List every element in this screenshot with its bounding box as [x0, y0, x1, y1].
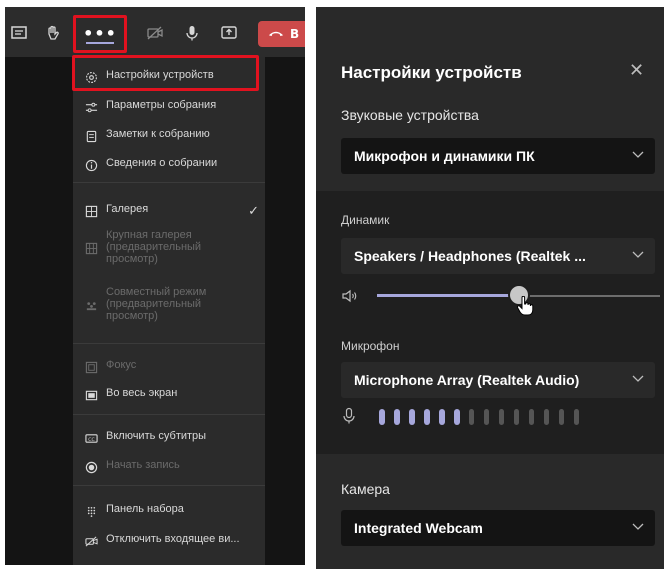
- more-actions-highlight: •••: [73, 15, 127, 53]
- menu-item-fullscreen[interactable]: Во весь экран: [73, 387, 265, 402]
- microphone-dropdown[interactable]: Microphone Array (Realtek Audio): [341, 362, 655, 398]
- menu-divider: [73, 182, 265, 183]
- menu-item-label: Фокус: [106, 359, 137, 371]
- checkmark-icon: ✓: [248, 203, 259, 218]
- svg-text:CC: CC: [88, 436, 94, 442]
- camera-value: Integrated Webcam: [354, 520, 483, 536]
- meeting-toolbar: ••• В: [5, 7, 305, 57]
- slider-fill: [377, 294, 519, 297]
- menu-item-label: Панель набора: [106, 503, 184, 515]
- chevron-down-icon: [632, 375, 644, 382]
- speaker-label: Динамик: [341, 213, 390, 227]
- menu-item-gallery[interactable]: Галерея ✓: [73, 203, 265, 218]
- menu-item-focus: Фокус: [73, 359, 265, 374]
- menu-item-label: Заметки к собранию: [106, 128, 210, 140]
- mic-level-bar: [439, 409, 445, 425]
- large-gallery-icon: [84, 241, 98, 255]
- more-actions-menu: Настройки устройств Параметры собрания З…: [73, 57, 265, 565]
- mic-level-bar: [424, 409, 430, 425]
- mic-level-bar: [484, 409, 489, 425]
- leave-label: В: [290, 27, 300, 41]
- speaker-value: Speakers / Headphones (Realtek ...: [354, 248, 586, 264]
- microphone-value: Microphone Array (Realtek Audio): [354, 372, 580, 388]
- menu-item-label: Во весь экран: [106, 387, 178, 399]
- leave-button[interactable]: В: [258, 21, 305, 47]
- menu-item-label: Параметры собрания: [106, 99, 217, 111]
- mic-level-bar: [559, 409, 564, 425]
- speaker-volume-slider[interactable]: [341, 282, 661, 312]
- audio-device-value: Микрофон и динамики ПК: [354, 148, 535, 164]
- info-icon: [84, 158, 98, 172]
- speaker-icon: [342, 289, 357, 303]
- mic-level-bar: [529, 409, 534, 425]
- together-mode-icon: [84, 298, 98, 312]
- chevron-down-icon: [632, 523, 644, 530]
- menu-item-label: Совместный режим (предварительный просмо…: [106, 286, 207, 322]
- menu-item-label: Сведения о собрании: [106, 157, 218, 169]
- menu-item-meeting-notes[interactable]: Заметки к собранию: [73, 128, 265, 143]
- mic-level-bar: [514, 409, 519, 425]
- menu-item-label: Крупная галерея (предварительный просмот…: [106, 229, 202, 265]
- more-icon[interactable]: •••: [83, 24, 116, 44]
- menu-item-label: Галерея: [106, 203, 149, 215]
- device-settings-highlight: [72, 55, 259, 91]
- menu-divider: [73, 343, 265, 344]
- panel-title: Настройки устройств: [341, 63, 522, 82]
- menu-divider: [73, 485, 265, 486]
- mic-level-bar: [544, 409, 549, 425]
- chevron-down-icon: [632, 151, 644, 158]
- mic-level-bar: [394, 409, 400, 425]
- gallery-icon: [84, 204, 98, 218]
- chat-icon[interactable]: [8, 22, 30, 44]
- menu-divider: [73, 414, 265, 415]
- microphone-icon[interactable]: [181, 22, 203, 44]
- camera-label: Камера: [341, 481, 390, 497]
- menu-item-captions[interactable]: CC Включить субтитры: [73, 430, 265, 445]
- menu-item-label: Включить субтитры: [106, 430, 207, 442]
- menu-item-dial-pad[interactable]: Панель набора: [73, 503, 265, 518]
- menu-item-meeting-options[interactable]: Параметры собрания: [73, 99, 265, 114]
- chevron-down-icon: [632, 251, 644, 258]
- menu-item-label: Отключить входящее ви...: [106, 533, 240, 545]
- hand-cursor-icon: [516, 296, 534, 316]
- mic-level-bar: [499, 409, 504, 425]
- phone-hangup-icon: [268, 27, 284, 41]
- record-icon: [84, 460, 98, 474]
- camera-dropdown[interactable]: Integrated Webcam: [341, 510, 655, 546]
- menu-item-meeting-info[interactable]: Сведения о собрании: [73, 157, 265, 172]
- menu-item-turn-off-incoming-video[interactable]: Отключить входящее ви...: [73, 533, 265, 548]
- speaker-dropdown[interactable]: Speakers / Headphones (Realtek ...: [341, 238, 655, 274]
- camera-off-icon[interactable]: [144, 22, 166, 44]
- menu-item-start-recording: Начать запись: [73, 459, 265, 474]
- notes-icon: [84, 129, 98, 143]
- video-off-icon: [84, 534, 98, 548]
- menu-item-large-gallery: Крупная галерея (предварительный просмот…: [73, 229, 265, 265]
- dialpad-icon: [84, 504, 98, 518]
- share-screen-icon[interactable]: [218, 22, 240, 44]
- mic-level-bar: [409, 409, 415, 425]
- fullscreen-icon: [84, 388, 98, 402]
- mic-level-meter: [341, 405, 661, 429]
- mic-level-bar: [454, 409, 460, 425]
- audio-device-dropdown[interactable]: Микрофон и динамики ПК: [341, 138, 655, 174]
- screenshot: ••• В Настройки устройств Параметры собр…: [0, 0, 664, 569]
- mic-level-bar: [574, 409, 579, 425]
- sliders-icon: [84, 100, 98, 114]
- audio-devices-label: Звуковые устройства: [341, 107, 479, 123]
- focus-icon: [84, 360, 98, 374]
- mic-level-bar: [469, 409, 474, 425]
- menu-item-label: Начать запись: [106, 459, 180, 471]
- microphone-icon: [343, 407, 355, 424]
- device-settings-panel: Настройки устройств ✕ Звуковые устройств…: [316, 7, 664, 569]
- raise-hand-icon[interactable]: [42, 22, 64, 44]
- mic-level-bar: [379, 409, 385, 425]
- menu-item-together-mode: Совместный режим (предварительный просмо…: [73, 286, 265, 322]
- close-icon[interactable]: ✕: [629, 60, 644, 81]
- captions-icon: CC: [84, 431, 98, 445]
- microphone-label: Микрофон: [341, 339, 400, 353]
